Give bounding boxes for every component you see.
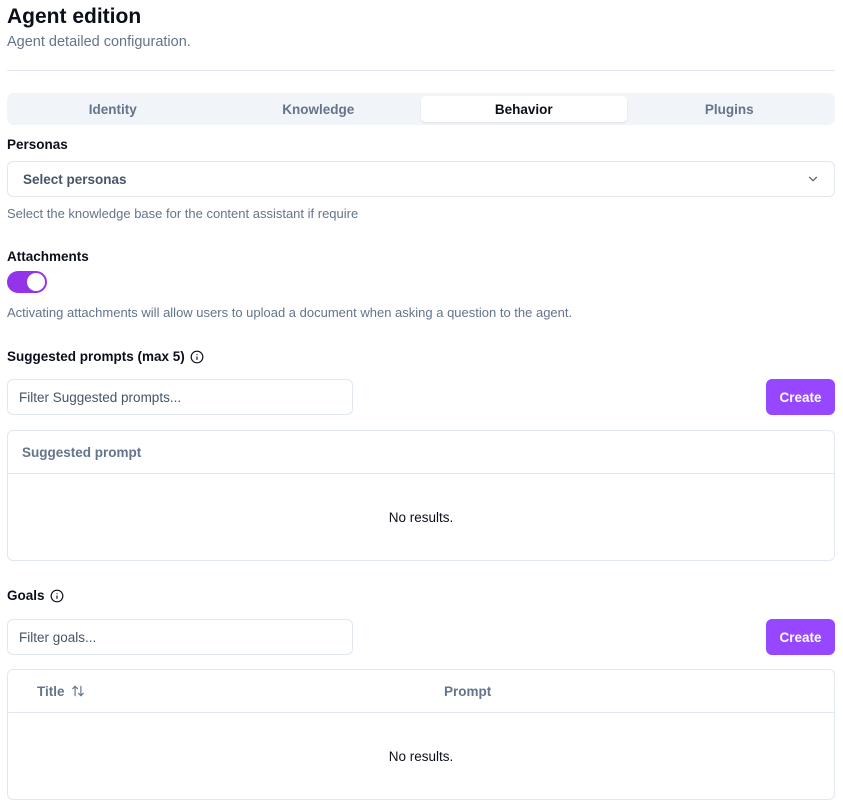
goals-label: Goals	[7, 588, 64, 603]
attachments-hint: Activating attachments will allow users …	[7, 305, 573, 320]
info-icon[interactable]	[50, 589, 64, 603]
goals-label-text: Goals	[7, 588, 45, 603]
info-icon[interactable]	[190, 350, 204, 364]
create-suggested-prompt-button[interactable]: Create	[766, 379, 835, 415]
tab-bar: Identity Knowledge Behavior Plugins	[7, 93, 835, 125]
tab-identity[interactable]: Identity	[10, 96, 216, 122]
column-header-text: Suggested prompt	[22, 444, 142, 460]
suggested-prompts-table: Suggested prompt No results.	[7, 430, 835, 561]
goals-table: Title Prompt No results.	[7, 669, 835, 800]
toggle-knob	[27, 273, 45, 291]
tab-knowledge[interactable]: Knowledge	[216, 96, 422, 122]
personas-label: Personas	[7, 137, 68, 152]
suggested-prompts-filter-input[interactable]	[7, 379, 353, 415]
column-header-suggested-prompt: Suggested prompt	[8, 445, 141, 460]
header-divider	[7, 70, 835, 71]
sort-icon	[71, 685, 84, 697]
attachments-label-text: Attachments	[7, 249, 89, 264]
suggested-prompts-label: Suggested prompts (max 5)	[7, 349, 204, 364]
create-goal-button[interactable]: Create	[766, 619, 835, 655]
goals-filter-input[interactable]	[7, 619, 353, 655]
suggested-prompts-label-text: Suggested prompts (max 5)	[7, 349, 185, 364]
empty-state: No results.	[388, 748, 454, 764]
personas-select-value: Select personas	[23, 171, 127, 187]
tab-plugins[interactable]: Plugins	[627, 96, 833, 122]
column-header-prompt: Prompt	[444, 684, 491, 699]
column-header-text: Prompt	[444, 683, 492, 699]
attachments-label: Attachments	[7, 249, 89, 264]
page-subtitle: Agent detailed configuration.	[7, 34, 191, 50]
personas-hint: Select the knowledge base for the conten…	[7, 206, 359, 221]
column-header-title[interactable]: Title	[8, 684, 444, 699]
chevron-down-icon	[808, 176, 818, 182]
attachments-toggle[interactable]	[7, 271, 47, 293]
personas-select[interactable]: Select personas	[7, 161, 835, 197]
column-header-text: Title	[37, 683, 65, 699]
tab-behavior[interactable]: Behavior	[421, 96, 627, 122]
empty-state: No results.	[388, 509, 454, 525]
personas-label-text: Personas	[7, 137, 68, 152]
page-title: Agent edition	[7, 5, 142, 28]
table-header: Suggested prompt	[8, 431, 834, 474]
table-header: Title Prompt	[8, 670, 834, 713]
